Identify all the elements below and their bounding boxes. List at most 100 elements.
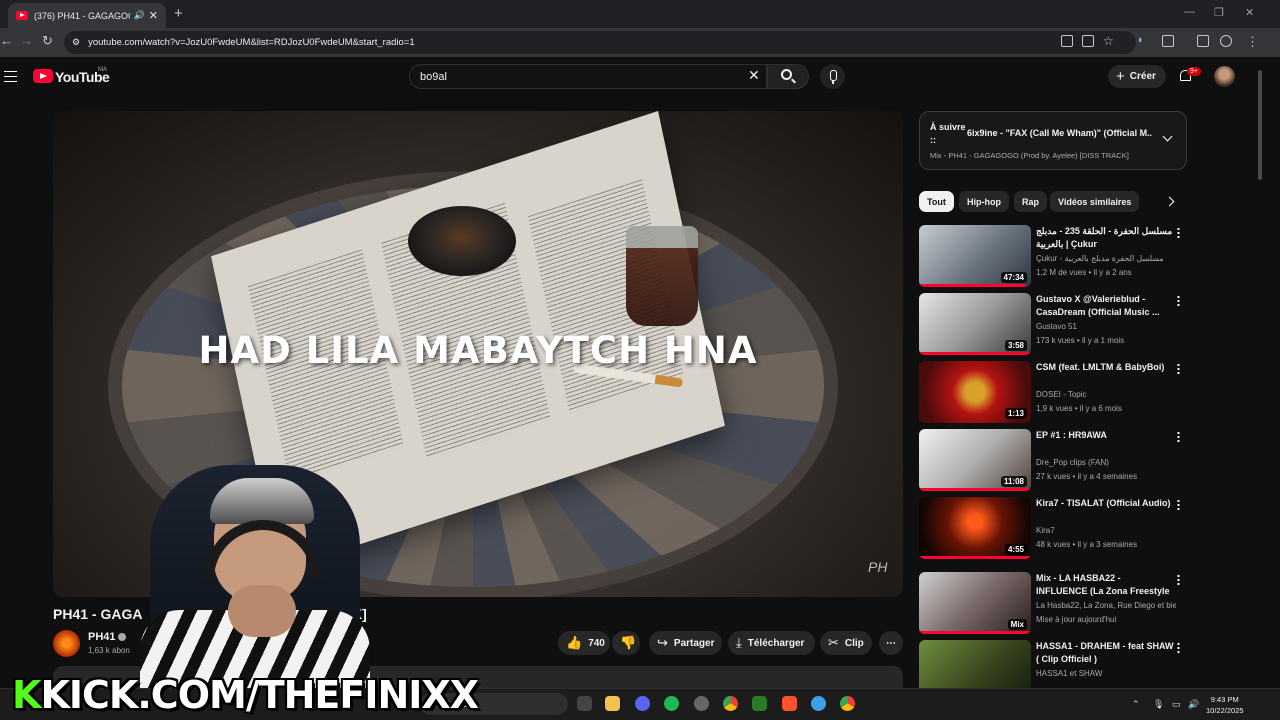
recommendation-title[interactable]: Gustavo X @Valerieblud - CasaDream (Offi… xyxy=(1036,293,1174,319)
more-vertical-icon[interactable] xyxy=(1177,499,1180,510)
more-horizontal-icon: ⋯ xyxy=(886,637,896,649)
create-button[interactable]: + Créer xyxy=(1108,65,1166,88)
chevron-right-icon[interactable] xyxy=(1164,196,1175,207)
minimize-button[interactable]: — xyxy=(1184,6,1195,18)
site-info-icon[interactable]: ⚙ xyxy=(72,37,80,48)
steam-icon[interactable] xyxy=(694,696,709,711)
watch-progress-bar xyxy=(919,352,1031,355)
recommendation-item[interactable]: 11:08 EP #1 : HR9AWA Dre_Pop clips (FAN) 27… xyxy=(919,429,1189,491)
profile-icon[interactable] xyxy=(1220,35,1232,47)
recommendation-channel[interactable]: Dre_Pop clips (FAN) xyxy=(1036,458,1176,467)
new-tab-button[interactable]: + xyxy=(174,5,183,22)
recommendation-channel[interactable]: DOSEI - Topic xyxy=(1036,390,1176,399)
chip-rap[interactable]: Rap xyxy=(1014,191,1048,212)
youtube-logo-icon[interactable] xyxy=(33,69,53,83)
chrome-active-icon[interactable] xyxy=(840,696,855,711)
video-thumbnail[interactable]: 11:08 xyxy=(919,429,1031,491)
dislike-button[interactable]: 👎 xyxy=(612,631,640,655)
recommendation-channel[interactable]: Gustavo 51 xyxy=(1036,322,1176,331)
duration-badge: 1:13 xyxy=(1004,408,1027,419)
recommendation-title[interactable]: Mix - LA HASBA22 - INFLUENCE (La Zona Fr… xyxy=(1036,572,1174,598)
channel-avatar[interactable] xyxy=(53,630,80,657)
chrome-icon[interactable] xyxy=(723,696,738,711)
recommendation-item[interactable]: 3:58 Gustavo X @Valerieblud - CasaDream (… xyxy=(919,293,1189,355)
recommendation-title[interactable]: CSM (feat. LMLTM & BabyBoi) xyxy=(1036,361,1174,374)
close-window-button[interactable]: ✕ xyxy=(1245,6,1254,19)
back-button[interactable]: ← xyxy=(0,33,13,48)
scrollbar-thumb[interactable] xyxy=(1258,70,1262,180)
recommendation-channel[interactable]: HASSA1 et SHAW xyxy=(1036,669,1176,678)
address-bar[interactable]: ⚙ youtube.com/watch?v=JozU0FwdeUM&list=R… xyxy=(64,31,1136,54)
duration-badge: 11:08 xyxy=(1000,476,1027,487)
more-vertical-icon[interactable] xyxy=(1177,574,1180,585)
more-vertical-icon[interactable] xyxy=(1177,295,1180,306)
microphone-tray-icon[interactable]: 🎙 xyxy=(1153,699,1164,710)
download-button[interactable]: ⤓ Télécharger xyxy=(728,631,815,655)
recommendation-title[interactable]: مسلسل الحفرة - الحلقة 235 - مدبلج بالعرب… xyxy=(1036,225,1174,251)
reading-list-icon[interactable] xyxy=(1197,35,1209,47)
chevron-down-icon[interactable] xyxy=(1162,131,1173,142)
extensions-puzzle-icon[interactable] xyxy=(1162,35,1174,47)
chip-hiphop[interactable]: Hip-hop xyxy=(959,191,1009,212)
terminal-icon[interactable] xyxy=(752,696,767,711)
clock-time: 9:43 PM xyxy=(1210,695,1239,704)
taskbar-clock[interactable]: 9:43 PM 10/22/2025 xyxy=(1206,694,1244,716)
bookmark-star-icon[interactable]: ☆ xyxy=(1103,34,1114,48)
voice-search-icon[interactable] xyxy=(820,64,845,89)
menu-kebab-icon[interactable]: ⋮ xyxy=(1246,34,1259,50)
recommendation-title[interactable]: HASSA1 - DRAHEM - feat SHAW ( Clip Offic… xyxy=(1036,640,1174,666)
recommendation-channel[interactable]: Çukur - مسلسل الحفرة مدبلج بالعربية xyxy=(1036,254,1176,263)
recommendation-title[interactable]: EP #1 : HR9AWA xyxy=(1036,429,1174,442)
forward-button[interactable]: → xyxy=(20,33,33,48)
volume-icon[interactable]: 🔊 xyxy=(1188,699,1199,710)
search-input[interactable]: bo9al xyxy=(409,64,767,89)
up-next-panel[interactable]: À suivre :: 6ix9ine - "FAX (Call Me Wham… xyxy=(919,111,1187,170)
video-thumbnail[interactable]: 47:34 xyxy=(919,225,1031,287)
app-icon[interactable] xyxy=(811,696,826,711)
more-actions-button[interactable]: ⋯ xyxy=(879,631,903,655)
like-button[interactable]: 👍 740 xyxy=(558,631,610,655)
recommendation-channel[interactable]: La Hasba22, La Zona, Rue Diego et bien .… xyxy=(1036,601,1176,610)
file-explorer-icon[interactable] xyxy=(605,696,620,711)
translate-icon[interactable] xyxy=(1082,35,1094,47)
recommendation-title[interactable]: Kira7 - TISALAT (Official Audio) xyxy=(1036,497,1174,510)
video-thumbnail[interactable]: 4:55 xyxy=(919,497,1031,559)
discord-icon[interactable] xyxy=(635,696,650,711)
channel-name[interactable]: PH41 xyxy=(88,631,116,643)
cast-icon[interactable] xyxy=(1061,35,1073,47)
more-vertical-icon[interactable] xyxy=(1177,431,1180,442)
download-label: Télécharger xyxy=(747,637,805,649)
video-thumbnail[interactable]: 1:13 xyxy=(919,361,1031,423)
account-avatar[interactable] xyxy=(1214,66,1235,87)
video-thumbnail[interactable]: Mix xyxy=(919,572,1031,634)
watch-progress-bar xyxy=(919,488,1031,491)
extension-icon[interactable]: ◗ xyxy=(1137,34,1144,46)
hamburger-menu-icon[interactable] xyxy=(4,71,17,82)
recommendation-item[interactable]: 47:34 مسلسل الحفرة - الحلقة 235 - مدبلج ب… xyxy=(919,225,1189,287)
recommendation-item[interactable]: 1:13 CSM (feat. LMLTM & BabyBoi) DOSEI - T… xyxy=(919,361,1189,423)
clip-button[interactable]: ✂ Clip xyxy=(820,631,872,655)
chip-similar[interactable]: Vidéos similaires xyxy=(1050,191,1140,212)
recommendation-channel[interactable]: Kira7 xyxy=(1036,526,1176,535)
more-vertical-icon[interactable] xyxy=(1177,227,1180,238)
task-view-icon[interactable] xyxy=(577,696,592,711)
tray-chevron-icon[interactable]: ⌃ xyxy=(1132,699,1140,710)
more-vertical-icon[interactable] xyxy=(1177,642,1180,653)
search-icon xyxy=(781,69,792,80)
spotify-icon[interactable] xyxy=(664,696,679,711)
browser-tab-youtube[interactable]: (376) PH41 - GAGAGOGO ( 🔊 ✕ xyxy=(8,3,166,28)
recommendation-item[interactable]: Mix Mix - LA HASBA22 - INFLUENCE (La Zona… xyxy=(919,572,1189,634)
share-button[interactable]: ↪ Partager xyxy=(649,631,722,655)
brave-icon[interactable] xyxy=(782,696,797,711)
more-vertical-icon[interactable] xyxy=(1177,363,1180,374)
reload-button[interactable]: ↻ xyxy=(42,33,53,49)
close-tab-icon[interactable]: ✕ xyxy=(149,9,158,22)
video-thumbnail[interactable]: 3:58 xyxy=(919,293,1031,355)
network-icon[interactable]: ▭ xyxy=(1172,699,1181,710)
chip-all[interactable]: Tout xyxy=(919,191,954,212)
maximize-button[interactable]: ❐ xyxy=(1214,6,1224,19)
recommendation-item[interactable]: 4:55 Kira7 - TISALAT (Official Audio) Kira… xyxy=(919,497,1189,559)
clear-search-icon[interactable]: ✕ xyxy=(748,67,760,84)
speaker-icon[interactable]: 🔊 xyxy=(134,10,145,21)
country-code: MA xyxy=(98,67,107,73)
